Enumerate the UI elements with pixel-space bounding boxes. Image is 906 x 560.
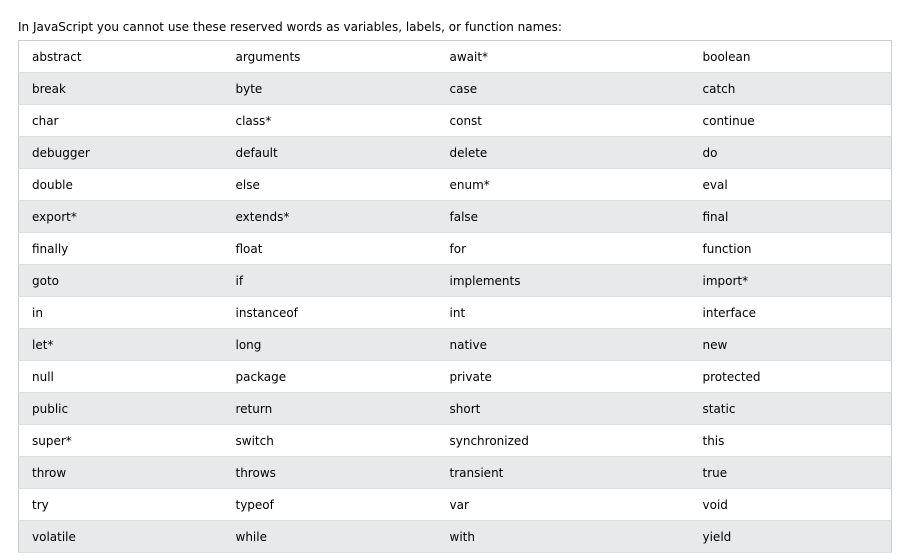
reserved-word-cell: var (436, 488, 690, 521)
reserved-word-cell: short (436, 392, 690, 425)
reserved-word-cell: return (222, 392, 437, 425)
reserved-word-cell: with (436, 520, 690, 553)
table-row: super* switch synchronized this (18, 424, 892, 457)
reserved-word-cell: null (18, 360, 223, 393)
reserved-word-cell: in (18, 296, 223, 329)
reserved-word-cell: interface (689, 296, 892, 329)
reserved-word-cell: float (222, 232, 437, 265)
reserved-word-cell: throw (18, 456, 223, 489)
reserved-word-cell: do (689, 136, 892, 169)
reserved-words-table: abstract arguments await* boolean break byte c… (18, 40, 892, 553)
reserved-word-cell: finally (18, 232, 223, 265)
reserved-word-cell: typeof (222, 488, 437, 521)
reserved-word-cell: super* (18, 424, 223, 457)
reserved-word-cell: package (222, 360, 437, 393)
reserved-word-cell: delete (436, 136, 690, 169)
table-row: in instanceof int interface (18, 296, 892, 329)
reserved-word-cell: export* (18, 200, 223, 233)
reserved-word-cell: int (436, 296, 690, 329)
reserved-word-cell: function (689, 232, 892, 265)
reserved-word-cell: try (18, 488, 223, 521)
reserved-word-cell: volatile (18, 520, 223, 553)
reserved-word-cell: this (689, 424, 892, 457)
reserved-word-cell: yield (689, 520, 892, 553)
page: In JavaScript you cannot use these reser… (0, 0, 906, 560)
reserved-word-cell: double (18, 168, 223, 201)
reserved-word-cell: let* (18, 328, 223, 361)
reserved-words-table-body: abstract arguments await* boolean break byte c… (18, 40, 892, 553)
reserved-word-cell: arguments (222, 40, 437, 73)
table-row: null package private protected (18, 360, 892, 393)
reserved-word-cell: char (18, 104, 223, 137)
intro-text: In JavaScript you cannot use these reser… (18, 20, 562, 34)
reserved-word-cell: default (222, 136, 437, 169)
reserved-word-cell: const (436, 104, 690, 137)
reserved-word-cell: static (689, 392, 892, 425)
reserved-word-cell: break (18, 72, 223, 105)
reserved-word-cell: extends* (222, 200, 437, 233)
reserved-word-cell: void (689, 488, 892, 521)
table-row: char class* const continue (18, 104, 892, 137)
reserved-word-cell: switch (222, 424, 437, 457)
table-row: abstract arguments await* boolean (18, 40, 892, 73)
reserved-word-cell: true (689, 456, 892, 489)
reserved-word-cell: native (436, 328, 690, 361)
reserved-word-cell: catch (689, 72, 892, 105)
table-row: let* long native new (18, 328, 892, 361)
reserved-word-cell: goto (18, 264, 223, 297)
table-row: break byte case catch (18, 72, 892, 105)
table-row: export* extends* false final (18, 200, 892, 233)
reserved-word-cell: protected (689, 360, 892, 393)
table-row: public return short static (18, 392, 892, 425)
reserved-word-cell: await* (436, 40, 690, 73)
reserved-word-cell: public (18, 392, 223, 425)
reserved-word-cell: if (222, 264, 437, 297)
reserved-word-cell: false (436, 200, 690, 233)
reserved-word-cell: class* (222, 104, 437, 137)
table-row: goto if implements import* (18, 264, 892, 297)
reserved-word-cell: continue (689, 104, 892, 137)
table-row: volatile while with yield (18, 520, 892, 553)
reserved-word-cell: abstract (18, 40, 223, 73)
table-row: throw throws transient true (18, 456, 892, 489)
reserved-word-cell: import* (689, 264, 892, 297)
reserved-word-cell: private (436, 360, 690, 393)
reserved-word-cell: enum* (436, 168, 690, 201)
table-row: double else enum* eval (18, 168, 892, 201)
table-row: debugger default delete do (18, 136, 892, 169)
reserved-word-cell: transient (436, 456, 690, 489)
reserved-word-cell: debugger (18, 136, 223, 169)
reserved-word-cell: final (689, 200, 892, 233)
table-row: try typeof var void (18, 488, 892, 521)
reserved-word-cell: case (436, 72, 690, 105)
reserved-word-cell: boolean (689, 40, 892, 73)
reserved-word-cell: implements (436, 264, 690, 297)
reserved-word-cell: while (222, 520, 437, 553)
table-row: finally float for function (18, 232, 892, 265)
reserved-word-cell: instanceof (222, 296, 437, 329)
reserved-word-cell: throws (222, 456, 437, 489)
reserved-word-cell: eval (689, 168, 892, 201)
reserved-word-cell: long (222, 328, 437, 361)
reserved-word-cell: byte (222, 72, 437, 105)
reserved-word-cell: synchronized (436, 424, 690, 457)
reserved-word-cell: new (689, 328, 892, 361)
reserved-word-cell: for (436, 232, 690, 265)
reserved-word-cell: else (222, 168, 437, 201)
